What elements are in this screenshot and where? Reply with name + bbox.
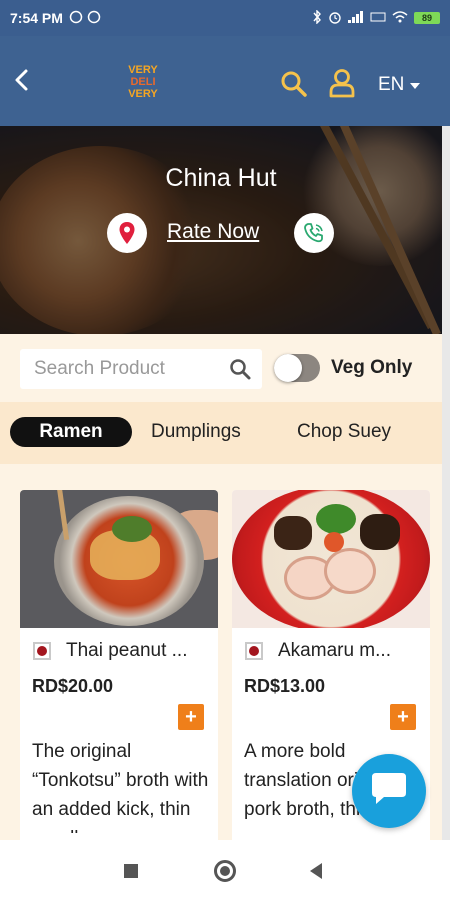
status-bar: 7:54 PM 89: [0, 0, 450, 36]
add-to-cart-button[interactable]: +: [178, 704, 204, 730]
product-price: RD$20.00: [32, 676, 114, 696]
veg-only-toggle[interactable]: [274, 354, 320, 382]
back-triangle-icon[interactable]: [310, 863, 322, 879]
restaurant-name: China Hut: [165, 164, 277, 192]
logo-line-3: VERY: [128, 88, 158, 100]
caret-down-icon: [410, 83, 421, 89]
non-veg-marker-icon: [245, 642, 263, 660]
scrollbar[interactable]: [442, 126, 450, 840]
search-icon[interactable]: [228, 357, 252, 381]
chat-bubble-icon: [370, 771, 408, 812]
status-icons: 89: [312, 8, 440, 27]
tab-chop-suey[interactable]: Chop Suey: [297, 417, 391, 447]
location-pin-icon[interactable]: [107, 213, 147, 253]
product-name: Thai peanut ...: [66, 640, 188, 661]
tab-ramen[interactable]: Ramen: [10, 417, 132, 447]
signal-icon: [348, 10, 364, 26]
product-image: [232, 490, 430, 628]
product-description: The original “Tonkotsu” broth with an ad…: [32, 741, 209, 833]
status-time: 7:54 PM: [10, 10, 63, 26]
non-veg-marker-icon: [33, 642, 51, 660]
search-icon[interactable]: [280, 70, 308, 98]
user-icon[interactable]: [328, 68, 356, 98]
whatsapp-icon: [69, 10, 103, 27]
product-price: RD$13.00: [244, 676, 326, 696]
restaurant-banner: China Hut Rate Now: [0, 126, 442, 334]
system-nav-bar: [0, 840, 450, 900]
battery-icon: 89: [414, 12, 440, 24]
chat-button[interactable]: [352, 754, 426, 828]
veg-only-label: Veg Only: [331, 357, 413, 378]
product-search-box: [20, 349, 262, 389]
logo-line-1: VERY: [128, 64, 158, 76]
language-label: EN: [378, 74, 405, 95]
product-image: [20, 490, 218, 628]
tab-dumplings[interactable]: Dumplings: [151, 417, 241, 447]
volte-icon: [370, 11, 386, 26]
alarm-icon: [328, 10, 342, 27]
app-bar: VERY DELI VERY EN: [0, 36, 450, 126]
search-input[interactable]: [34, 358, 224, 380]
product-card[interactable]: Thai peanut ... RD$20.00 + The original …: [20, 490, 218, 850]
rate-now-link[interactable]: Rate Now: [167, 220, 259, 244]
bluetooth-icon: [312, 8, 322, 27]
wifi-icon: [392, 10, 408, 26]
logo-line-2: DELI: [130, 76, 156, 88]
language-selector[interactable]: EN: [378, 74, 421, 96]
product-name: Akamaru m...: [278, 640, 391, 661]
category-tabs: Ramen Dumplings Chop Suey: [0, 402, 442, 464]
recents-square-icon[interactable]: [124, 864, 138, 878]
app-logo: VERY DELI VERY: [126, 64, 160, 104]
back-arrow-icon[interactable]: [8, 66, 36, 94]
add-to-cart-button[interactable]: +: [390, 704, 416, 730]
phone-icon[interactable]: [294, 213, 334, 253]
home-circle-icon[interactable]: [214, 860, 236, 882]
toggle-knob: [274, 354, 302, 382]
